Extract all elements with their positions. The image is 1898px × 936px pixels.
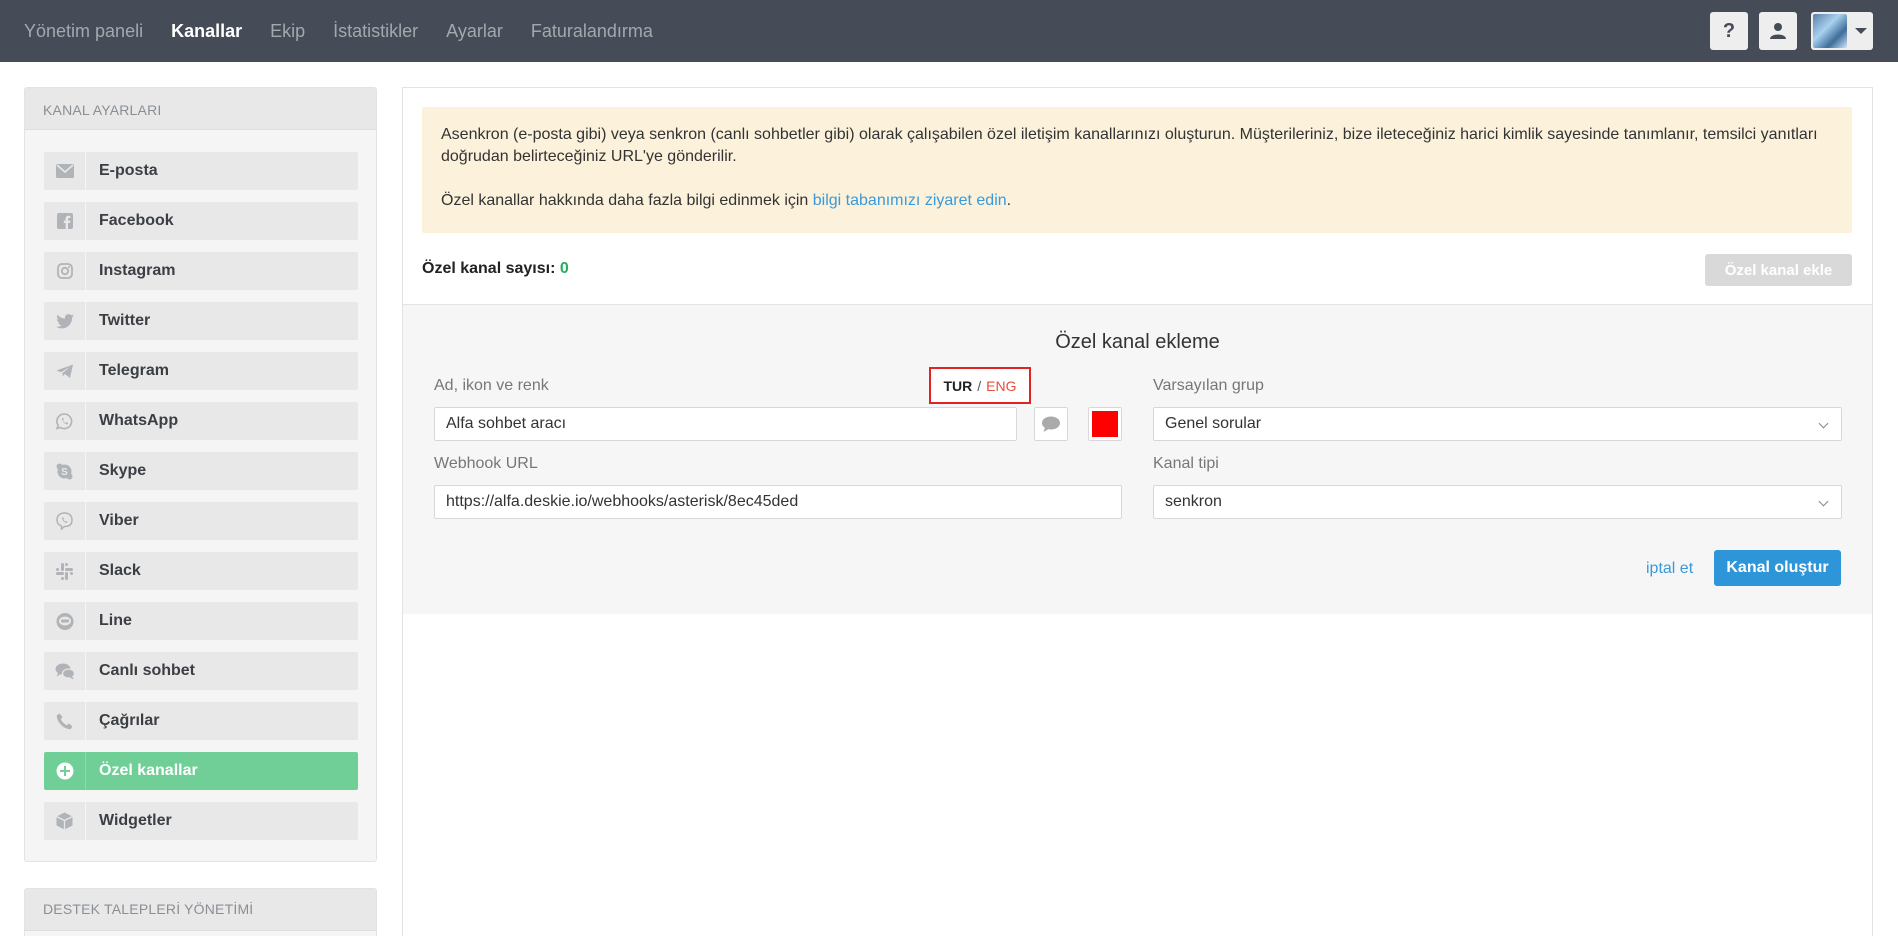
name-icon-color-label: Ad, ikon ve renk [434,377,549,394]
sidebar-title: KANAL AYARLARI [25,88,376,130]
sidebar-item-whatsapp[interactable]: WhatsApp [44,402,358,440]
webhook-url-label: Webhook URL [434,455,538,472]
top-navbar: Yönetim paneli Kanallar Ekip İstatistikl… [0,0,1898,62]
sidebar-item-label: Telegram [99,362,169,379]
form-title: Özel kanal ekleme [1055,331,1220,353]
nav-statistics[interactable]: İstatistikler [333,21,418,42]
sidebar-item-label: Twitter [99,312,151,329]
line-icon [44,602,86,640]
user-icon [1770,23,1786,39]
notice-link-prefix: Özel kanallar hakkında daha fazla bilgi … [441,192,813,209]
main-panel: Asenkron (e-posta gibi) veya senkron (ca… [402,87,1873,936]
chat-bubble-icon [1042,416,1060,432]
lang-tur[interactable]: TUR [943,378,972,394]
cancel-link[interactable]: iptal et [1646,560,1693,578]
create-channel-button[interactable]: Kanal oluştur [1714,550,1841,586]
svg-text:S: S [61,467,68,478]
account-menu-button[interactable] [1811,12,1873,50]
caret-down-icon [1855,28,1867,34]
lang-separator: / [977,377,982,394]
whatsapp-icon [44,402,86,440]
sidebar-item-live-chat[interactable]: Canlı sohbet [44,652,358,690]
question-icon: ? [1722,19,1736,42]
sidebar-item-telegram[interactable]: Telegram [44,352,358,390]
sidebar-item-twitter[interactable]: Twitter [44,302,358,340]
nav-settings[interactable]: Ayarlar [446,21,503,42]
nav-team[interactable]: Ekip [270,21,305,42]
channel-type-label: Kanal tipi [1153,455,1219,472]
info-notice: Asenkron (e-posta gibi) veya senkron (ca… [422,107,1852,233]
default-group-value: Genel sorular [1165,415,1262,432]
sidebar-section-title: DESTEK TALEPLERİ YÖNETİMİ [25,889,376,931]
icon-picker[interactable] [1034,407,1068,441]
instagram-icon [44,252,86,290]
channel-settings-sidebar: KANAL AYARLARI E-posta Facebook Instagra… [24,87,377,862]
knowledge-base-link[interactable]: bilgi tabanımızı ziyaret edin [813,192,1007,209]
sidebar-item-label: Line [99,612,132,629]
sidebar-item-label: Widgetler [99,812,172,829]
cube-icon [44,802,86,840]
lang-eng[interactable]: ENG [986,378,1016,394]
sidebar-item-label: Skype [99,462,147,479]
sidebar-item-label: WhatsApp [99,412,179,429]
skype-icon: S [44,452,86,490]
sidebar-item-label: Çağrılar [99,712,160,729]
nav-channels[interactable]: Kanallar [171,21,242,42]
color-picker[interactable] [1088,407,1122,441]
main-nav: Yönetim paneli Kanallar Ekip İstatistikl… [24,0,681,62]
channel-type-select[interactable]: senkron [1153,485,1842,519]
count-label: Özel kanal sayısı: [422,260,556,277]
sidebar-item-label: Viber [99,512,139,529]
nav-billing[interactable]: Faturalandırma [531,21,653,42]
sidebar-item-label: Instagram [99,262,176,279]
sidebar-item-custom-channels[interactable]: Özel kanallar [44,752,358,790]
twitter-icon [44,302,86,340]
sidebar-item-label: Slack [99,562,141,579]
nav-dashboard[interactable]: Yönetim paneli [24,21,143,42]
sidebar-item-line[interactable]: Line [44,602,358,640]
sidebar-item-facebook[interactable]: Facebook [44,202,358,240]
chevron-down-icon [1818,496,1829,507]
sidebar-item-calls[interactable]: Çağrılar [44,702,358,740]
help-button[interactable]: ? [1710,12,1748,50]
sidebar-item-instagram[interactable]: Instagram [44,252,358,290]
slack-icon [44,552,86,590]
count-value: 0 [559,260,569,277]
chevron-down-icon [1818,418,1829,429]
sidebar-item-label: Facebook [99,212,174,229]
phone-icon [44,702,86,740]
notice-link-suffix: . [1006,192,1012,209]
notice-text: Asenkron (e-posta gibi) veya senkron (ca… [441,126,1818,165]
sidebar-list: E-posta Facebook Instagram Twitter Teleg… [44,152,358,852]
ticket-management-sidebar: DESTEK TALEPLERİ YÖNETİMİ [24,888,377,936]
add-custom-channel-button[interactable]: Özel kanal ekle [1705,254,1852,286]
custom-channel-count: Özel kanal sayısı: 0 [422,260,569,278]
add-channel-form: Özel kanal ekleme Ad, ikon ve renk TUR /… [403,304,1872,614]
sidebar-item-widgets[interactable]: Widgetler [44,802,358,840]
sidebar-item-label: E-posta [99,162,158,179]
channel-type-value: senkron [1165,493,1222,510]
channel-name-input[interactable]: Alfa sohbet aracı [434,407,1017,441]
sidebar-item-viber[interactable]: Viber [44,502,358,540]
color-swatch [1092,411,1118,437]
default-group-label: Varsayılan grup [1153,377,1264,394]
user-button[interactable] [1759,12,1797,50]
sidebar-item-slack[interactable]: Slack [44,552,358,590]
sidebar-item-label: Özel kanallar [99,762,198,779]
sidebar-item-email[interactable]: E-posta [44,152,358,190]
avatar [1813,14,1847,48]
language-switch: TUR / ENG [929,367,1031,404]
plus-circle-icon [44,752,86,790]
viber-icon [44,502,86,540]
facebook-icon [44,202,86,240]
telegram-icon [44,352,86,390]
sidebar-item-skype[interactable]: S Skype [44,452,358,490]
webhook-url-input[interactable]: https://alfa.deskie.io/webhooks/asterisk… [434,485,1122,519]
chat-bubbles-icon [44,652,86,690]
default-group-select[interactable]: Genel sorular [1153,407,1842,441]
envelope-icon [44,152,86,190]
sidebar-item-label: Canlı sohbet [99,662,196,679]
notice-link-line: Özel kanallar hakkında daha fazla bilgi … [441,190,1833,212]
